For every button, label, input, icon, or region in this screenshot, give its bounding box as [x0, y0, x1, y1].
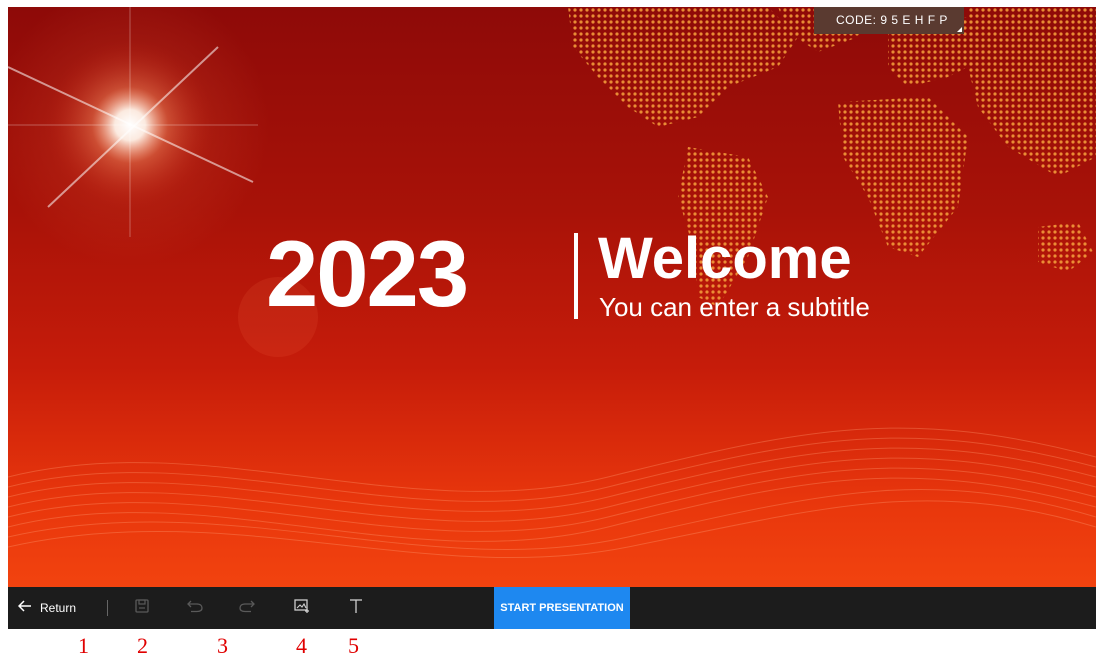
redo-button[interactable]	[233, 587, 261, 629]
slide-title[interactable]: Welcome	[598, 227, 852, 291]
insert-text-button[interactable]	[342, 587, 370, 629]
slide-canvas[interactable]: 2023 Welcome You can enter a subtitle	[8, 7, 1096, 587]
save-button[interactable]	[128, 587, 156, 629]
app-screen: 2023 Welcome You can enter a subtitle CO…	[0, 0, 1105, 657]
redo-icon	[238, 599, 256, 618]
undo-button[interactable]	[181, 587, 209, 629]
callout-labels: 1 2 3 4 5	[0, 630, 1105, 657]
callout-2: 2	[137, 633, 148, 657]
undo-icon	[186, 599, 204, 618]
start-presentation-button[interactable]: START PRESENTATION	[494, 587, 630, 629]
room-code-badge[interactable]: CODE: 9 5 E H F P	[814, 7, 964, 34]
insert-image-icon	[293, 598, 311, 619]
wave-lines	[8, 427, 1096, 559]
return-button[interactable]: Return	[12, 587, 92, 629]
slide-subtitle[interactable]: You can enter a subtitle	[599, 292, 870, 322]
callout-3: 3	[217, 633, 228, 657]
insert-image-button[interactable]	[288, 587, 316, 629]
toolbar-separator	[107, 600, 108, 616]
room-code-text: CODE: 9 5 E H F P	[836, 13, 948, 27]
slide-year[interactable]: 2023	[266, 219, 469, 329]
callout-1: 1	[78, 633, 89, 657]
callout-4: 4	[296, 633, 307, 657]
arrow-left-icon	[17, 599, 32, 617]
save-icon	[134, 598, 150, 619]
callout-5: 5	[348, 633, 359, 657]
return-label: Return	[40, 601, 77, 615]
bottom-toolbar: Return START PRESENTATION	[8, 587, 1096, 629]
heading-divider	[574, 233, 578, 319]
slide-heading: 2023 Welcome You can enter a subtitle	[8, 219, 1096, 339]
resize-corner-icon	[957, 27, 962, 32]
text-icon	[348, 598, 364, 619]
